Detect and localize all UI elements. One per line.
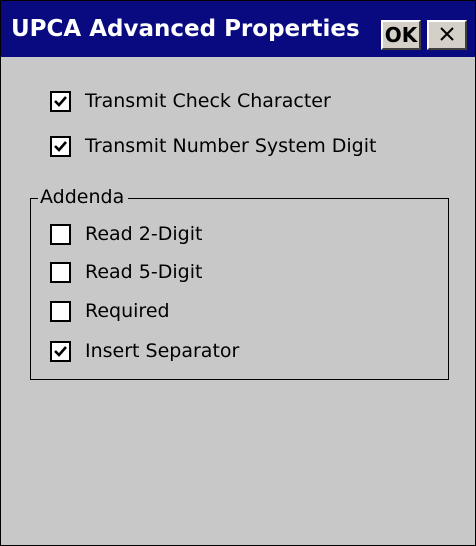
close-button[interactable] xyxy=(427,20,467,50)
checkbox-label: Read 5-Digit xyxy=(85,261,203,283)
transmit-number-system-digit-checkbox[interactable]: Transmit Number System Digit xyxy=(50,133,376,159)
checkbox-label: Read 2-Digit xyxy=(85,223,203,245)
checkmark-icon xyxy=(54,140,67,152)
insert-separator-checkbox[interactable]: Insert Separator xyxy=(50,338,239,364)
title-bar: UPCA Advanced Properties OK xyxy=(1,1,475,57)
checkbox-label: Transmit Check Character xyxy=(85,90,331,112)
checkbox-label: Transmit Number System Digit xyxy=(85,135,377,157)
checkbox-label: Required xyxy=(85,300,170,322)
checkbox-box[interactable] xyxy=(50,135,71,157)
checkbox-box[interactable] xyxy=(50,300,71,322)
checkbox-box[interactable] xyxy=(50,223,71,245)
required-checkbox[interactable]: Required xyxy=(50,298,170,324)
read-5-digit-checkbox[interactable]: Read 5-Digit xyxy=(50,259,202,285)
transmit-check-character-checkbox[interactable]: Transmit Check Character xyxy=(50,88,331,114)
checkmark-icon xyxy=(54,345,67,357)
checkbox-box[interactable] xyxy=(50,90,71,112)
properties-window: UPCA Advanced Properties OK Transmit Che… xyxy=(0,0,476,546)
checkmark-icon xyxy=(54,95,67,107)
ok-button[interactable]: OK xyxy=(381,20,421,50)
read-2-digit-checkbox[interactable]: Read 2-Digit xyxy=(50,221,202,247)
checkbox-box[interactable] xyxy=(50,261,71,283)
addenda-group-label: Addenda xyxy=(38,185,129,209)
close-icon xyxy=(439,23,455,48)
window-title: UPCA Advanced Properties xyxy=(11,16,360,42)
checkbox-label: Insert Separator xyxy=(85,340,240,362)
checkbox-box[interactable] xyxy=(50,340,71,362)
